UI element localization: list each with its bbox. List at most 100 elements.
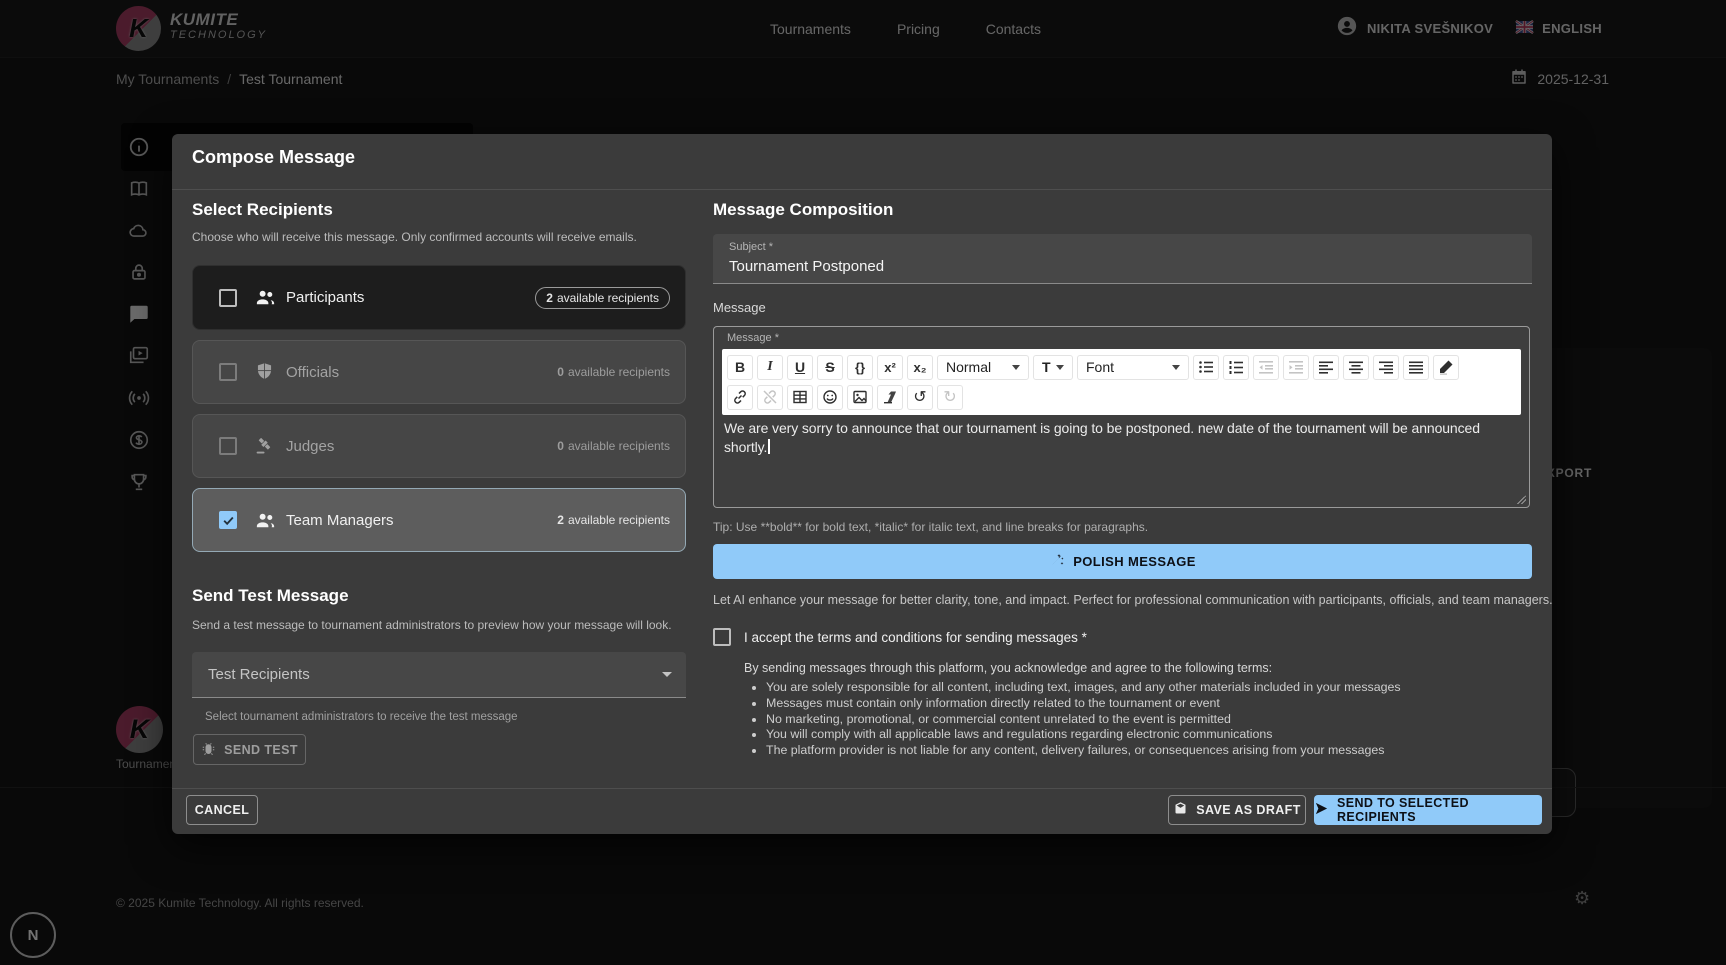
recipient-group-participants[interactable]: Participants 2 available recipients — [192, 265, 686, 330]
select-recipients-subtitle: Choose who will receive this message. On… — [192, 230, 637, 244]
count-text: available recipients — [568, 513, 670, 527]
people-icon — [254, 286, 277, 309]
formatting-tip: Tip: Use **bold** for bold text, *italic… — [713, 520, 1148, 534]
people-icon — [254, 509, 277, 532]
text-cursor — [768, 439, 770, 454]
judges-checkbox — [219, 437, 237, 455]
strikethrough-button[interactable]: S — [817, 355, 843, 380]
test-recipients-select[interactable]: Test Recipients — [192, 652, 686, 698]
polish-message-button[interactable]: POLISH MESSAGE — [713, 544, 1532, 579]
terms-checkbox[interactable] — [713, 628, 731, 646]
subject-label: Subject * — [729, 241, 773, 253]
paper-plane-icon — [1314, 801, 1329, 819]
send-to-recipients-button[interactable]: SEND TO SELECTED RECIPIENTS — [1314, 795, 1542, 825]
bullet-list-icon[interactable] — [1193, 355, 1219, 380]
terms-item: You are solely responsible for all conte… — [766, 680, 1401, 696]
count-number: 0 — [557, 365, 564, 379]
participants-checkbox[interactable] — [219, 289, 237, 307]
underline-button[interactable]: U — [787, 355, 813, 380]
editor-toolbar: B I U S {} x² x₂ Normal T Font — [722, 349, 1521, 415]
team-managers-checkbox[interactable] — [219, 511, 237, 529]
send-test-label: SEND TEST — [224, 743, 298, 757]
terms-label: I accept the terms and conditions for se… — [744, 630, 1087, 645]
group-label: Participants — [286, 289, 364, 306]
bug-icon — [201, 741, 216, 759]
bold-button[interactable]: B — [727, 355, 753, 380]
paragraph-style-select[interactable]: Normal — [937, 355, 1029, 380]
align-left-icon[interactable] — [1313, 355, 1339, 380]
message-editor[interactable]: Message * B I U S {} x² x₂ Normal T — [713, 326, 1530, 508]
select-recipients-heading: Select Recipients — [192, 200, 333, 220]
outdent-icon[interactable] — [1253, 355, 1279, 380]
text-color-select[interactable]: T — [1033, 355, 1073, 380]
message-label: Message — [713, 300, 766, 315]
terms-item: The platform provider is not liable for … — [766, 743, 1401, 759]
font-value: Font — [1086, 359, 1114, 375]
send-test-heading: Send Test Message — [192, 586, 349, 606]
send-test-subtitle: Send a test message to tournament admini… — [192, 618, 672, 632]
subject-value: Tournament Postponed — [729, 258, 884, 275]
officials-checkbox — [219, 363, 237, 381]
send-test-button[interactable]: SEND TEST — [193, 734, 306, 765]
redo-icon[interactable] — [937, 385, 963, 410]
highlight-pen-icon[interactable] — [1433, 355, 1459, 380]
align-right-icon[interactable] — [1373, 355, 1399, 380]
font-select[interactable]: Font — [1077, 355, 1189, 380]
test-recipients-helper: Select tournament administrators to rece… — [205, 711, 518, 723]
insert-image-icon[interactable] — [847, 385, 873, 410]
unlink-icon[interactable] — [757, 385, 783, 410]
text-color-value: T — [1042, 359, 1051, 375]
numbered-list-icon[interactable] — [1223, 355, 1249, 380]
terms-item: No marketing, promotional, or commercial… — [766, 712, 1401, 728]
select-label: Test Recipients — [208, 666, 310, 683]
recipient-count: 0 available recipients — [557, 365, 670, 379]
undo-icon[interactable] — [907, 385, 933, 410]
compose-message-dialog: Compose Message Select Recipients Choose… — [172, 134, 1552, 834]
count-text: available recipients — [568, 365, 670, 379]
count-text: available recipients — [568, 439, 670, 453]
cancel-button[interactable]: CANCEL — [186, 795, 258, 825]
align-center-icon[interactable] — [1343, 355, 1369, 380]
save-as-draft-button[interactable]: SAVE AS DRAFT — [1168, 795, 1306, 825]
superscript-button[interactable]: x² — [877, 355, 903, 380]
dialog-title: Compose Message — [192, 147, 355, 168]
polish-label: POLISH MESSAGE — [1073, 554, 1196, 569]
composition-heading: Message Composition — [713, 200, 893, 220]
indent-icon[interactable] — [1283, 355, 1309, 380]
recipient-count-badge: 2 available recipients — [535, 287, 670, 309]
chevron-down-icon — [662, 672, 672, 677]
count-text: available recipients — [557, 291, 659, 305]
recipient-group-judges: Judges 0 available recipients — [192, 414, 686, 478]
message-body[interactable]: We are very sorry to announce that our t… — [724, 419, 1519, 457]
terms-intro: By sending messages through this platfor… — [744, 661, 1272, 675]
count-number: 2 — [546, 291, 553, 305]
italic-button[interactable]: I — [757, 355, 783, 380]
subject-field[interactable]: Subject * Tournament Postponed — [713, 234, 1532, 284]
magic-wand-icon — [1049, 552, 1065, 571]
paragraph-style-value: Normal — [946, 359, 991, 375]
title-divider — [172, 189, 1552, 190]
resize-handle[interactable] — [1517, 495, 1526, 504]
recipient-count: 0 available recipients — [557, 439, 670, 453]
shield-icon — [254, 361, 277, 384]
group-label: Team Managers — [286, 512, 394, 529]
recipient-group-team-managers[interactable]: Team Managers 2 available recipients — [192, 488, 686, 552]
code-button[interactable]: {} — [847, 355, 873, 380]
align-justify-icon[interactable] — [1403, 355, 1429, 380]
ai-note: Let AI enhance your message for better c… — [713, 593, 1553, 607]
recipient-count: 2 available recipients — [557, 513, 670, 527]
terms-list: You are solely responsible for all conte… — [750, 680, 1401, 759]
count-number: 2 — [557, 513, 564, 527]
emoji-icon[interactable] — [817, 385, 843, 410]
insert-table-icon[interactable] — [787, 385, 813, 410]
link-icon[interactable] — [727, 385, 753, 410]
group-label: Officials — [286, 364, 339, 381]
gavel-icon — [254, 435, 277, 458]
chevron-down-icon — [1012, 365, 1020, 370]
draft-icon — [1173, 801, 1188, 819]
clear-format-icon[interactable] — [877, 385, 903, 410]
count-number: 0 — [557, 439, 564, 453]
chevron-down-icon — [1056, 365, 1064, 370]
subscript-button[interactable]: x₂ — [907, 355, 933, 380]
footer-divider — [172, 788, 1552, 789]
